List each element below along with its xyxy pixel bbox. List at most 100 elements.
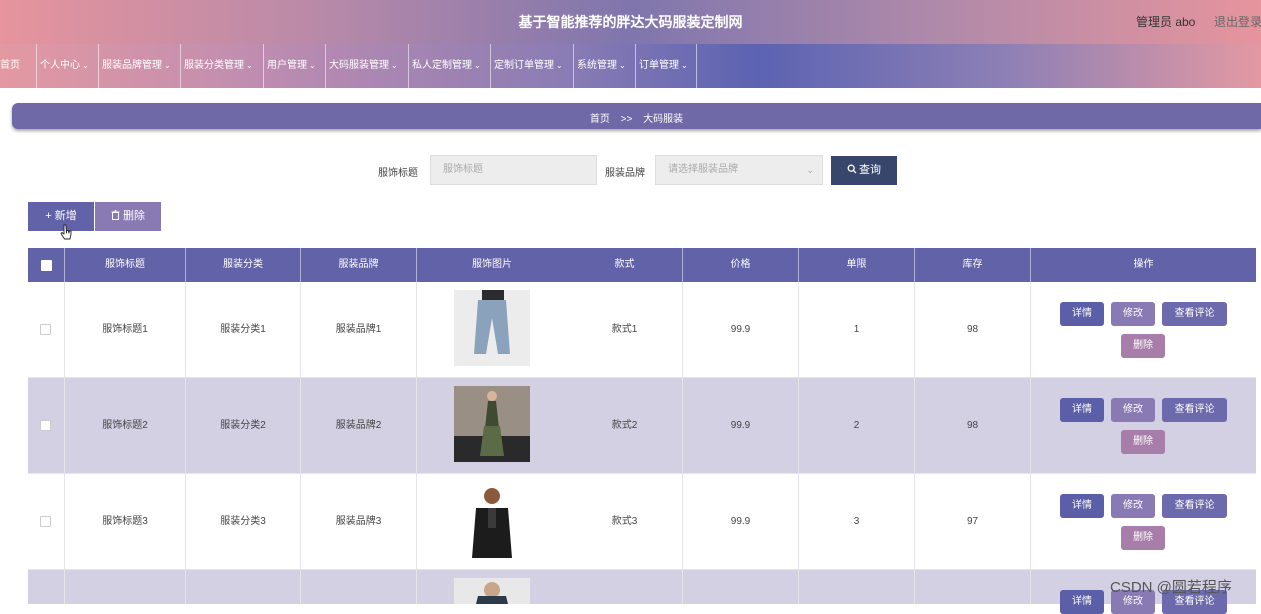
- title-cell: 服饰标题3: [65, 474, 186, 570]
- top-header: 基于智能推荐的胖达大码服装定制网 管理员 abo 退出登录: [0, 0, 1261, 44]
- title-search-placeholder: 服饰标题: [443, 164, 483, 175]
- chevron-down-icon: ⌄: [309, 61, 316, 70]
- column-header: 款式: [567, 248, 683, 282]
- brand-cell: [301, 570, 417, 604]
- nav-item-personal-center[interactable]: 个人中心 ⌄: [37, 44, 99, 88]
- detail-button[interactable]: 详情: [1060, 398, 1104, 422]
- dress-photo: [454, 386, 530, 462]
- row-checkbox[interactable]: [40, 516, 51, 527]
- edit-button[interactable]: 修改: [1111, 494, 1155, 518]
- select-all-checkbox[interactable]: [41, 260, 52, 271]
- chevron-down-icon: ⌄: [474, 61, 481, 70]
- breadcrumb-home[interactable]: 首页: [590, 114, 610, 125]
- view-reviews-button[interactable]: 查看评论: [1162, 494, 1227, 518]
- detail-button[interactable]: 详情: [1060, 302, 1104, 326]
- query-button[interactable]: 查询: [831, 156, 897, 185]
- table-row: 服饰标题2 服装分类2 服装品牌2 款式2 99.9 2 98 详情 修改 查看…: [28, 378, 1256, 474]
- row-delete-button[interactable]: 删除: [1121, 430, 1165, 454]
- nav-item-custom-order-manage[interactable]: 定制订单管理 ⌄: [491, 44, 574, 88]
- brand-cell: 服装品牌3: [301, 474, 417, 570]
- nav-label: 个人中心: [40, 60, 80, 71]
- category-cell: 服装分类2: [186, 378, 301, 474]
- table-row: 服饰标题1 服装分类1 服装品牌1 款式1 99.9 1 98 详情 修改 查看…: [28, 282, 1256, 378]
- nav-item-category-manage[interactable]: 服装分类管理 ⌄: [181, 44, 264, 88]
- logout-link[interactable]: 退出登录: [1214, 13, 1261, 30]
- view-reviews-button[interactable]: 查看评论: [1162, 302, 1227, 326]
- brand-select-placeholder: 请选择服装品牌: [668, 164, 738, 175]
- row-checkbox[interactable]: [40, 324, 51, 335]
- detail-button[interactable]: 详情: [1060, 494, 1104, 518]
- row-select-cell: [28, 282, 65, 378]
- nav-item-user-manage[interactable]: 用户管理 ⌄: [264, 44, 326, 88]
- nav-item-plus-size-manage[interactable]: 大码服装管理 ⌄: [326, 44, 409, 88]
- style-cell: 款式3: [567, 474, 683, 570]
- title-search-input[interactable]: 服饰标题: [430, 155, 597, 185]
- search-icon: [847, 164, 857, 174]
- price-cell: 99.9: [683, 378, 799, 474]
- hand-cursor-icon: [60, 224, 72, 240]
- column-header: 服装分类: [186, 248, 301, 282]
- category-cell: 服装分类3: [186, 474, 301, 570]
- style-cell: 款式1: [567, 282, 683, 378]
- edit-button[interactable]: 修改: [1111, 398, 1155, 422]
- brand-cell: 服装品牌1: [301, 282, 417, 378]
- chevron-down-icon: ⌄: [619, 61, 626, 70]
- detail-button[interactable]: 详情: [1060, 590, 1104, 614]
- chevron-down-icon: ⌄: [806, 165, 814, 175]
- nav-label: 私人定制管理: [412, 60, 472, 71]
- nav-label: 定制订单管理: [494, 60, 554, 71]
- limit-cell: 2: [799, 378, 915, 474]
- nav-label: 系统管理: [577, 60, 617, 71]
- stock-cell: 98: [915, 282, 1031, 378]
- nav-label: 服装分类管理: [184, 60, 244, 71]
- brand-cell: 服装品牌2: [301, 378, 417, 474]
- stock-cell: 97: [915, 474, 1031, 570]
- delete-button[interactable]: 删除: [95, 202, 161, 231]
- chevron-down-icon: ⌄: [164, 61, 171, 70]
- breadcrumb-separator: >>: [620, 114, 633, 125]
- nav-item-custom-manage[interactable]: 私人定制管理 ⌄: [409, 44, 491, 88]
- chevron-down-icon: ⌄: [246, 61, 253, 70]
- row-select-cell: [28, 474, 65, 570]
- breadcrumb: 首页 >> 大码服装: [12, 103, 1261, 129]
- nav-label: 首页: [0, 60, 20, 71]
- chevron-down-icon: ⌄: [681, 61, 688, 70]
- row-select-cell: [28, 570, 65, 604]
- nav-item-order-manage[interactable]: 订单管理 ⌄: [636, 44, 697, 88]
- nav-item-system-manage[interactable]: 系统管理 ⌄: [574, 44, 636, 88]
- trash-icon: [111, 210, 120, 220]
- table-row: 详情 修改 查看评论: [28, 570, 1256, 614]
- stock-cell: 98: [915, 378, 1031, 474]
- price-cell: [683, 570, 799, 604]
- table-row: 服饰标题3 服装分类3 服装品牌3 款式3 99.9 3 97 详情 修改 查看…: [28, 474, 1256, 570]
- column-header: 单限: [799, 248, 915, 282]
- coat-photo: [454, 578, 530, 604]
- column-header: 价格: [683, 248, 799, 282]
- row-delete-button[interactable]: 删除: [1121, 334, 1165, 358]
- style-cell: [567, 570, 683, 604]
- limit-cell: 1: [799, 282, 915, 378]
- jeans-photo: [454, 290, 530, 366]
- column-header: 服饰标题: [65, 248, 186, 282]
- brand-select[interactable]: 请选择服装品牌 ⌄: [655, 155, 823, 185]
- view-reviews-button[interactable]: 查看评论: [1162, 398, 1227, 422]
- limit-cell: 3: [799, 474, 915, 570]
- edit-button[interactable]: 修改: [1111, 302, 1155, 326]
- row-delete-button[interactable]: 删除: [1121, 526, 1165, 550]
- nav-label: 大码服装管理: [329, 60, 389, 71]
- nav-item-brand-manage[interactable]: 服装品牌管理 ⌄: [99, 44, 181, 88]
- limit-cell: [799, 570, 915, 604]
- chevron-down-icon: ⌄: [82, 61, 89, 70]
- price-cell: 99.9: [683, 282, 799, 378]
- main-nav: 首页 个人中心 ⌄ 服装品牌管理 ⌄ 服装分类管理 ⌄ 用户管理 ⌄ 大码服装管理 ⌄ 私…: [0, 44, 1261, 88]
- nav-item-home[interactable]: 首页: [0, 44, 37, 88]
- column-header: 库存: [915, 248, 1031, 282]
- category-cell: 服装分类1: [186, 282, 301, 378]
- jacket-photo: [454, 482, 530, 558]
- row-checkbox[interactable]: [40, 420, 51, 431]
- query-button-label: 查询: [859, 164, 881, 176]
- column-header: 服装品牌: [301, 248, 417, 282]
- delete-button-label: 删除: [123, 210, 145, 222]
- admin-username: 管理员 abo: [1136, 15, 1196, 29]
- select-all-cell: [28, 248, 65, 282]
